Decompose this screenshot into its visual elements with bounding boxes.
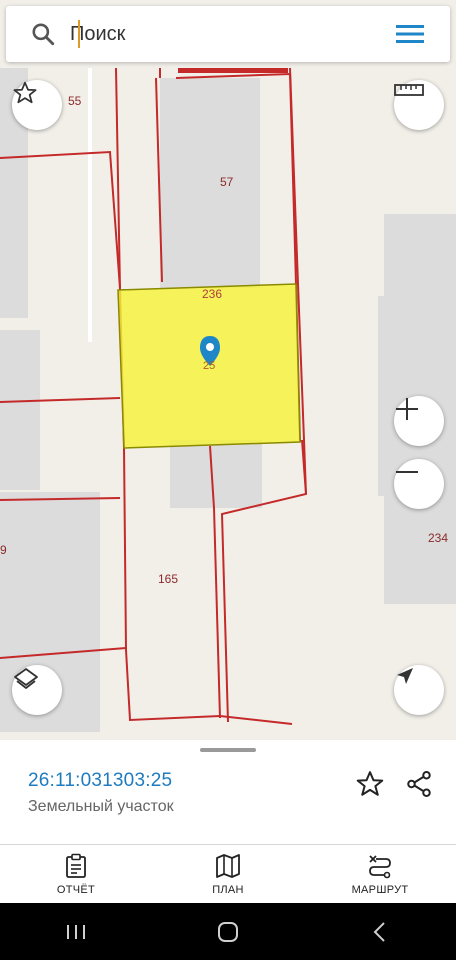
parcel-label-25: 25 (203, 360, 216, 372)
back-button[interactable] (350, 912, 410, 952)
ruler-icon (394, 84, 424, 96)
route-icon (366, 852, 394, 880)
share-button[interactable] (401, 766, 437, 802)
star-icon (356, 771, 384, 796)
clipboard-icon (62, 852, 90, 880)
zoom-in-button[interactable] (394, 396, 444, 446)
share-icon (407, 771, 431, 797)
sheet-drag-handle[interactable] (200, 748, 256, 752)
favorite-button[interactable] (352, 766, 388, 802)
map-canvas (0, 67, 456, 732)
text-cursor (78, 20, 80, 48)
home-button[interactable] (198, 912, 258, 952)
parcel-label-57: 57 (220, 175, 234, 189)
menu-button[interactable] (388, 12, 432, 56)
nav-route[interactable]: МАРШРУТ (304, 845, 456, 903)
my-location-button[interactable] (394, 665, 444, 715)
nav-report[interactable]: ОТЧЁТ (0, 845, 152, 903)
recent-apps-icon (67, 924, 85, 939)
building-footprint (160, 78, 260, 288)
hamburger-menu-icon (396, 25, 424, 43)
cadastral-number[interactable]: 26:11:031303:25 (28, 770, 172, 792)
parcel-label-234: 234 (428, 531, 449, 545)
footpath (88, 68, 92, 342)
parcel-type: Земельный участок (28, 798, 174, 815)
building-footprint (0, 330, 40, 490)
layers-icon (14, 668, 38, 689)
parcel-label-9: 9 (0, 543, 7, 557)
search-bar (6, 6, 450, 62)
map-view[interactable]: 55 57 236 25 234 165 9 (0, 0, 456, 740)
plus-icon (396, 398, 418, 420)
boundary-bar (178, 68, 288, 73)
parcel-label-55: 55 (68, 94, 82, 108)
search-icon (32, 23, 55, 46)
recent-apps-button[interactable] (46, 912, 106, 952)
bottom-navigation: ОТЧЁТ ПЛАН МАРШРУТ (0, 844, 456, 903)
navigation-arrow-icon (397, 668, 413, 684)
building-footprint (170, 440, 262, 508)
search-input[interactable] (70, 14, 388, 54)
favorite-map-button[interactable] (12, 80, 62, 130)
nav-plan[interactable]: ПЛАН (152, 845, 304, 903)
minus-icon (396, 471, 418, 473)
zoom-out-button[interactable] (394, 459, 444, 509)
parcel-label-165: 165 (158, 572, 179, 586)
ruler-button[interactable] (394, 80, 444, 130)
nav-plan-label: ПЛАН (212, 884, 244, 896)
layers-button[interactable] (12, 665, 62, 715)
home-icon (218, 921, 238, 942)
system-navigation-bar (0, 903, 456, 960)
star-icon (13, 81, 37, 104)
parcel-info-sheet: 26:11:031303:25 Земельный участок (0, 740, 456, 844)
back-chevron-icon (373, 921, 385, 942)
parcel-label-236: 236 (202, 287, 223, 301)
nav-route-label: МАРШРУТ (351, 884, 409, 896)
map-icon (214, 852, 242, 880)
nav-report-label: ОТЧЁТ (56, 884, 96, 896)
